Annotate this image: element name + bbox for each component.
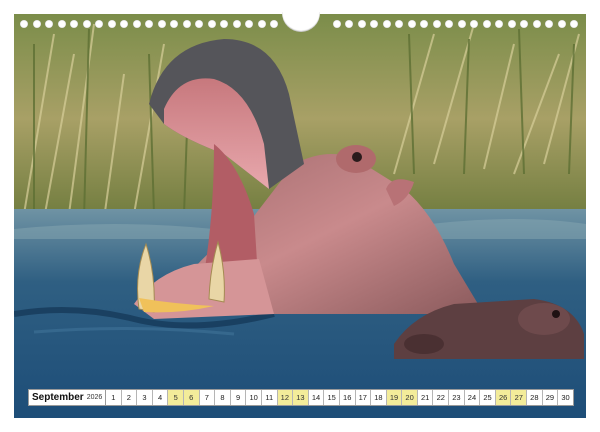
calendar-day: 28 [527, 390, 543, 405]
calendar-day: 25 [480, 390, 496, 405]
calendar-day: 3 [137, 390, 153, 405]
calendar-day: 20 [402, 390, 418, 405]
calendar-day: 21 [417, 390, 434, 405]
hippo-icon [14, 14, 586, 418]
calendar-strip: September 2026 1 2 3 4 5 6 7 8 9 10 11 12 13 14 15 16 17… [28, 389, 574, 406]
calendar-day: 13 [293, 390, 309, 405]
calendar-day: 19 [386, 390, 403, 405]
calendar-day: 27 [511, 390, 528, 405]
calendar-day: 17 [355, 390, 372, 405]
calendar-day: 12 [277, 390, 294, 405]
calendar-day: 1 [106, 390, 122, 405]
calendar-days: 1 2 3 4 5 6 7 8 9 10 11 12 13 14 15 16 17 18 19 20 21 22 23 24 2… [106, 390, 573, 405]
calendar-day: 24 [464, 390, 481, 405]
calendar-day: 2 [121, 390, 138, 405]
calendar-day: 16 [339, 390, 356, 405]
calendar-day: 8 [215, 390, 231, 405]
calendar-day: 18 [371, 390, 387, 405]
calendar-day: 29 [542, 390, 559, 405]
calendar-day: 5 [168, 390, 184, 405]
calendar-month-label: September 2026 [29, 390, 106, 405]
calendar-day: 15 [324, 390, 340, 405]
calendar-day: 10 [246, 390, 262, 405]
calendar-day: 14 [308, 390, 325, 405]
calendar-day: 9 [230, 390, 247, 405]
month-name: September [32, 392, 84, 403]
calendar-day: 6 [183, 390, 200, 405]
calendar-day: 4 [152, 390, 169, 405]
calendar-day: 30 [558, 390, 573, 405]
calendar-day: 23 [449, 390, 465, 405]
calendar-day: 11 [261, 390, 278, 405]
calendar-day: 26 [495, 390, 512, 405]
hippo-photo [14, 14, 586, 418]
calendar-page: September 2026 1 2 3 4 5 6 7 8 9 10 11 12 13 14 15 16 17… [0, 0, 600, 432]
calendar-day: 7 [199, 390, 216, 405]
calendar-day: 22 [433, 390, 450, 405]
month-year: 2026 [86, 394, 103, 401]
